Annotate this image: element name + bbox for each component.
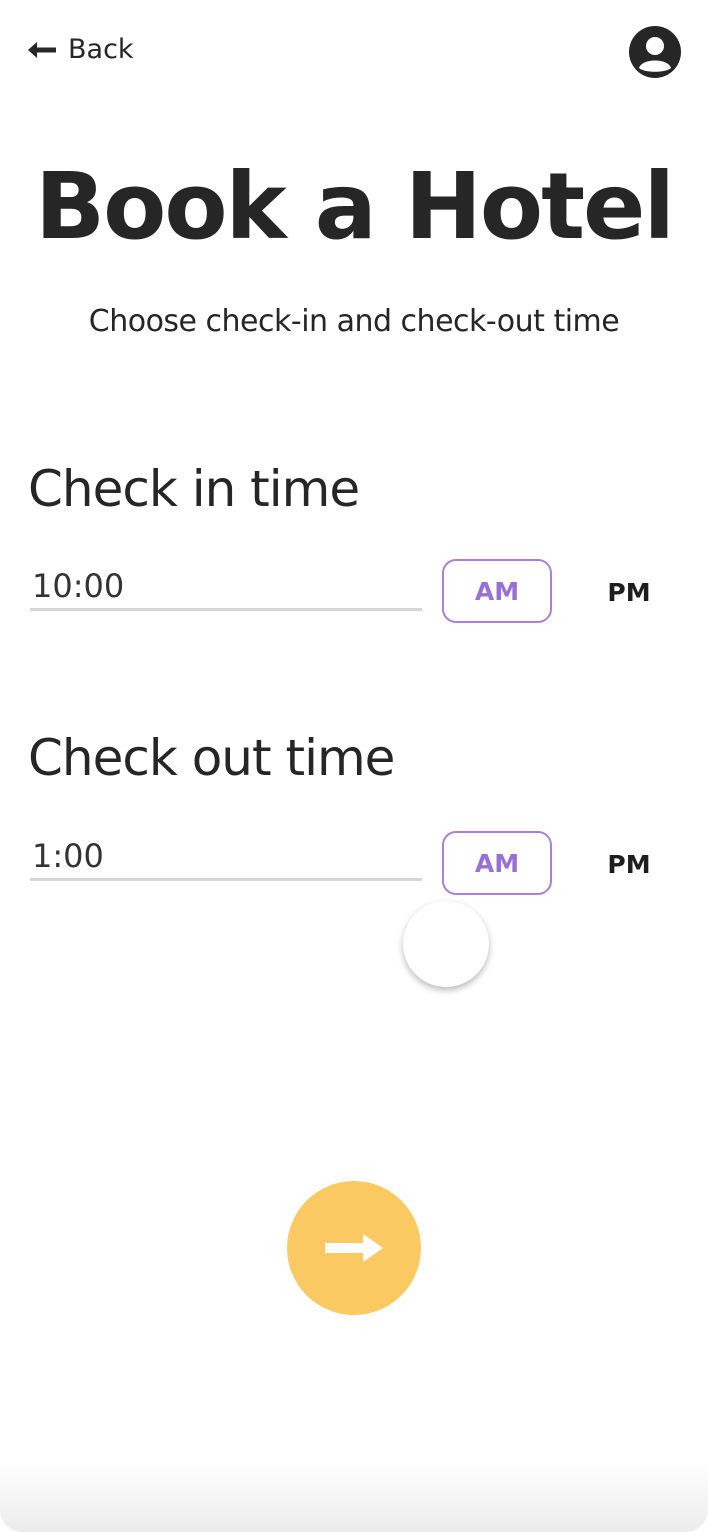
- profile-button[interactable]: [628, 25, 682, 79]
- check-out-time-input[interactable]: [30, 833, 422, 881]
- check-out-am-button[interactable]: AM: [442, 831, 552, 895]
- check-out-pm-button[interactable]: PM: [596, 832, 662, 896]
- next-button[interactable]: [287, 1181, 421, 1315]
- user-circle-icon: [628, 25, 682, 79]
- check-in-am-button[interactable]: AM: [442, 559, 552, 623]
- arrow-right-icon: [323, 1231, 385, 1265]
- arrow-left-icon: [26, 40, 58, 60]
- page-subtitle: Choose check-in and check-out time: [88, 304, 620, 339]
- back-button[interactable]: Back: [26, 34, 134, 65]
- check-in-time-input[interactable]: [30, 563, 422, 611]
- floating-touch-indicator: [403, 901, 489, 987]
- back-label: Back: [68, 34, 134, 65]
- check-in-heading: Check in time: [28, 460, 360, 518]
- page-title: Book a Hotel: [35, 153, 675, 260]
- check-out-heading: Check out time: [28, 729, 395, 787]
- bottom-edge-shadow: [0, 1462, 708, 1532]
- check-in-pm-button[interactable]: PM: [596, 560, 662, 624]
- booking-screen: Back Book a Hotel Choose check-in and ch…: [0, 0, 708, 1532]
